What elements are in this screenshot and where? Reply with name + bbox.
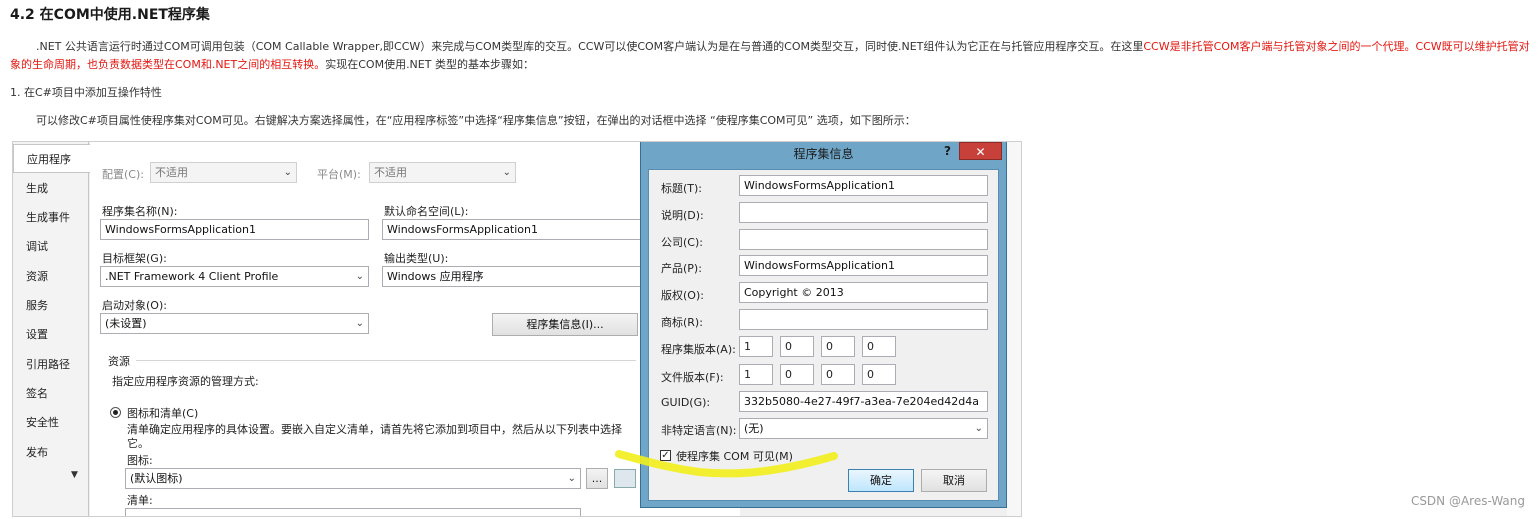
ok-button[interactable]: 确定 (848, 469, 914, 492)
watermark: CSDN @Ares-Wang (1410, 494, 1525, 508)
assembly-version-build[interactable]: 0 (821, 336, 855, 357)
neutral-language-value: (无) (744, 422, 764, 435)
intro-text: .NET 公共语言运行时通过COM可调用包装（COM Callable Wrap… (36, 40, 1144, 53)
tab-reference-paths[interactable]: 引用路径 (13, 350, 89, 379)
target-framework-label: 目标框架(G): (102, 252, 167, 265)
chevron-down-icon: ⌄ (283, 167, 292, 178)
chevron-down-icon: ⌄ (355, 271, 364, 282)
icon-manifest-radio-label: 图标和清单(C) (127, 407, 199, 420)
startup-object-value: (未设置) (105, 317, 147, 330)
tab-build[interactable]: 生成 (13, 174, 89, 203)
close-icon[interactable]: ✕ (959, 142, 1002, 160)
assembly-version-major[interactable]: 1 (739, 336, 773, 357)
project-tabs: 应用程序 生成 生成事件 调试 资源 服务 设置 引用路径 签名 安全性 发布 … (13, 142, 90, 516)
target-framework-dropdown[interactable]: .NET Framework 4 Client Profile ⌄ (100, 266, 369, 287)
file-version-major[interactable]: 1 (739, 364, 773, 385)
assembly-version-label: 程序集版本(A): (661, 343, 736, 356)
output-type-dropdown[interactable]: Windows 应用程序 (382, 266, 651, 287)
title-label: 标题(T): (661, 182, 703, 195)
tab-settings[interactable]: 设置 (13, 320, 89, 349)
company-input[interactable] (739, 229, 988, 250)
tab-application[interactable]: 应用程序 (13, 144, 90, 173)
tab-resources[interactable]: 资源 (13, 262, 89, 291)
output-type-value: Windows 应用程序 (387, 270, 484, 283)
step-description-text: 可以修改C#项目属性使程序集对COM可见。右键解决方案选择属性，在“应用程序标签… (36, 114, 916, 127)
config-dropdown[interactable]: 不适用 ⌄ (150, 162, 297, 183)
chevron-down-icon: ⌄ (502, 167, 511, 178)
chevron-down-icon: ⌄ (355, 318, 364, 329)
background-window-edge (1007, 142, 1021, 516)
step-heading: 1. 在C#项目中添加互操作特性 (10, 86, 162, 99)
platform-value: 不适用 (374, 166, 407, 179)
product-label: 产品(P): (661, 262, 702, 275)
file-version-minor[interactable]: 0 (780, 364, 814, 385)
description-input[interactable] (739, 202, 988, 223)
browse-icon-button[interactable]: ... (586, 468, 608, 489)
manifest-label: 清单: (127, 494, 153, 507)
intro-paragraph: .NET 公共语言运行时通过COM可调用包装（COM Callable Wrap… (10, 38, 1532, 74)
assembly-version-minor[interactable]: 0 (780, 336, 814, 357)
manifest-description-line2: 它。 (127, 437, 149, 450)
section-heading: 4.2 在COM中使用.NET程序集 (10, 7, 210, 23)
description-label: 说明(D): (661, 209, 704, 222)
config-value: 不适用 (155, 166, 188, 179)
file-version-label: 文件版本(F): (661, 371, 724, 384)
trademark-input[interactable] (739, 309, 988, 330)
tab-publish[interactable]: 发布 (13, 438, 89, 467)
icon-manifest-radio[interactable] (110, 407, 121, 418)
neutral-language-label: 非特定语言(N): (661, 424, 737, 437)
cancel-button[interactable]: 取消 (921, 469, 987, 492)
platform-label: 平台(M): (317, 168, 361, 181)
guid-input[interactable]: 332b5080-4e27-49f7-a3ea-7e204ed42d4a (739, 391, 988, 412)
tab-security[interactable]: 安全性 (13, 408, 89, 437)
assembly-name-input[interactable]: WindowsFormsApplication1 (100, 219, 369, 240)
guid-label: GUID(G): (661, 396, 711, 409)
tab-signing[interactable]: 签名 (13, 379, 89, 408)
product-input[interactable]: WindowsFormsApplication1 (739, 255, 988, 276)
tab-build-events[interactable]: 生成事件 (13, 203, 89, 232)
default-namespace-input[interactable]: WindowsFormsApplication1 (382, 219, 651, 240)
output-type-label: 输出类型(U): (384, 252, 449, 265)
assembly-name-label: 程序集名称(N): (102, 205, 178, 218)
chevron-down-icon: ⌄ (567, 473, 576, 484)
title-input[interactable]: WindowsFormsApplication1 (739, 175, 988, 196)
file-version-build[interactable]: 0 (821, 364, 855, 385)
manifest-description-line1: 清单确定应用程序的具体设置。要嵌入自定义清单，请首先将它添加到项目中，然后从以下… (127, 423, 622, 436)
icon-dropdown[interactable]: (默认图标) ⌄ (125, 468, 581, 489)
manifest-dropdown[interactable] (125, 508, 581, 516)
icon-value: (默认图标) (130, 472, 183, 485)
resources-section-title: 资源 (108, 355, 130, 368)
dialog-title: 程序集信息 (793, 147, 854, 161)
scroll-down-icon[interactable]: ▼ (71, 470, 78, 480)
default-namespace-label: 默认命名空间(L): (384, 205, 469, 218)
copyright-label: 版权(O): (661, 289, 704, 302)
assembly-version-revision[interactable]: 0 (862, 336, 896, 357)
tab-services[interactable]: 服务 (13, 291, 89, 320)
company-label: 公司(C): (661, 236, 703, 249)
trademark-label: 商标(R): (661, 316, 703, 329)
intro-text-end: 实现在COM使用.NET 类型的基本步骤如： (325, 58, 534, 71)
startup-object-label: 启动对象(O): (102, 299, 167, 312)
assembly-info-button[interactable]: 程序集信息(I)... (492, 313, 638, 336)
step-description: 可以修改C#项目属性使程序集对COM可见。右键解决方案选择属性，在“应用程序标签… (10, 112, 916, 128)
icon-label: 图标: (127, 454, 153, 467)
neutral-language-dropdown[interactable]: (无) ⌄ (739, 418, 988, 439)
embedded-screenshot: 应用程序 生成 生成事件 调试 资源 服务 设置 引用路径 签名 安全性 发布 … (12, 141, 1022, 517)
copyright-input[interactable]: Copyright © 2013 (739, 282, 988, 303)
resources-description: 指定应用程序资源的管理方式: (112, 375, 259, 388)
section-divider (136, 360, 636, 361)
platform-dropdown[interactable]: 不适用 ⌄ (369, 162, 516, 183)
target-framework-value: .NET Framework 4 Client Profile (105, 270, 279, 283)
tab-debug[interactable]: 调试 (13, 232, 89, 261)
startup-object-dropdown[interactable]: (未设置) ⌄ (100, 313, 369, 334)
help-icon[interactable]: ? (944, 144, 951, 158)
chevron-down-icon: ⌄ (974, 423, 983, 434)
config-label: 配置(C): (102, 168, 144, 181)
file-version-revision[interactable]: 0 (862, 364, 896, 385)
highlighter-stroke (615, 450, 838, 478)
